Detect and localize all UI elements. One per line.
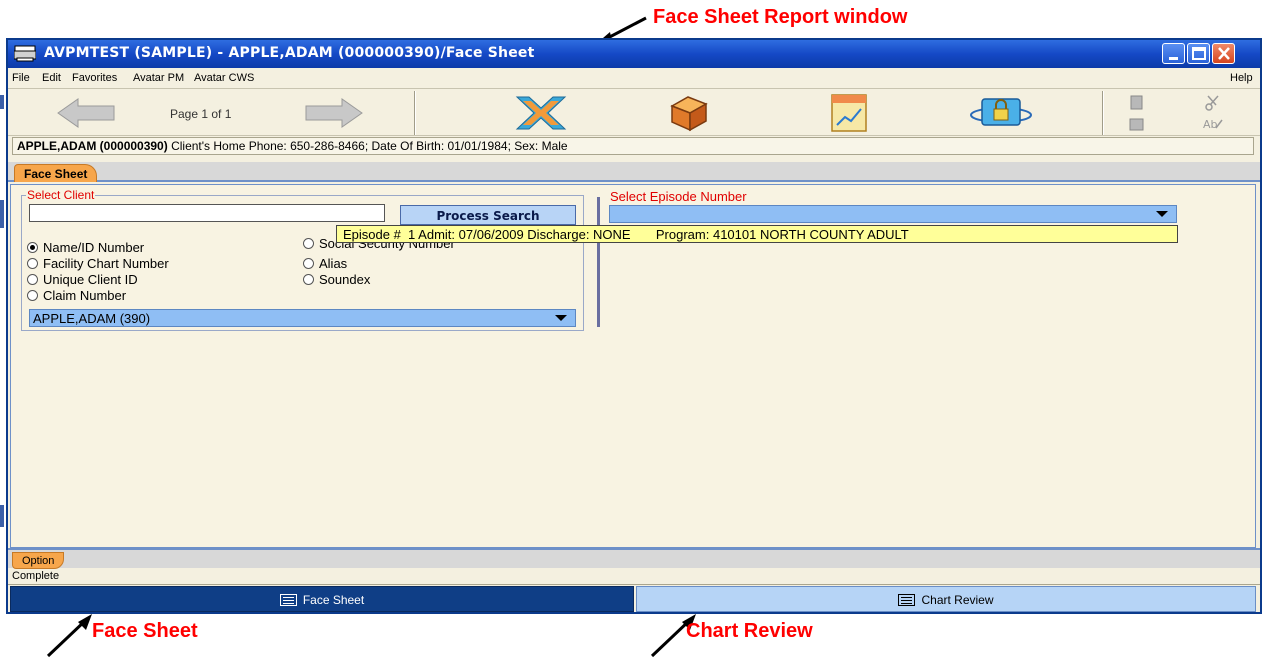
menu-bar: File Edit Favorites Avatar PM Avatar CWS… xyxy=(8,68,1260,88)
process-search-button[interactable]: Process Search xyxy=(400,205,576,225)
radio-empty-icon xyxy=(27,258,38,269)
taskbar-chart-review[interactable]: Chart Review xyxy=(636,586,1256,612)
toolbar-separator xyxy=(414,91,416,135)
select-client-label: Select Client xyxy=(26,188,96,202)
annotation-face-sheet: Face Sheet xyxy=(92,620,198,642)
minimize-icon xyxy=(1169,57,1178,60)
title-bar[interactable]: AVPMTEST (SAMPLE) - APPLE,ADAM (00000039… xyxy=(8,40,1260,68)
radio-empty-icon xyxy=(303,274,314,285)
svg-text:Ab: Ab xyxy=(1203,118,1218,131)
close-report-x-icon[interactable] xyxy=(513,95,569,131)
radio-empty-icon xyxy=(27,274,38,285)
client-dropdown-value: APPLE,ADAM (390) xyxy=(33,311,151,326)
radio-empty-icon xyxy=(303,238,314,249)
spellcheck-icon[interactable]: Ab xyxy=(1202,116,1224,132)
client-details: Client's Home Phone: 650-286-8466; Date … xyxy=(167,139,568,153)
menu-avatar-pm[interactable]: Avatar PM xyxy=(133,72,184,84)
minimize-button[interactable] xyxy=(1162,43,1185,64)
security-lock-icon[interactable] xyxy=(968,93,1034,133)
radio-label: Soundex xyxy=(319,272,371,287)
close-button[interactable] xyxy=(1212,43,1235,64)
radio-label: Alias xyxy=(319,256,348,271)
radio-claim-number[interactable]: Claim Number xyxy=(27,288,126,303)
report-chart-icon[interactable] xyxy=(828,93,872,133)
face-sheet-window: AVPMTEST (SAMPLE) - APPLE,ADAM (00000039… xyxy=(6,38,1262,614)
taskbar-face-sheet[interactable]: Face Sheet xyxy=(10,586,634,612)
cut-icon[interactable] xyxy=(1204,94,1222,112)
panel-divider xyxy=(597,197,600,327)
menu-favorites[interactable]: Favorites xyxy=(72,72,117,84)
toolbar-separator xyxy=(1102,91,1104,135)
paste-icon[interactable] xyxy=(1128,116,1146,132)
taskbar-chart-review-label: Chart Review xyxy=(921,593,994,607)
export-box-icon[interactable] xyxy=(666,94,712,132)
next-page-arrow-icon[interactable] xyxy=(304,97,364,129)
app-printer-icon xyxy=(14,45,36,62)
radio-label: Unique Client ID xyxy=(43,272,138,287)
tab-face-sheet[interactable]: Face Sheet xyxy=(14,164,98,182)
page-indicator: Page 1 of 1 xyxy=(170,107,232,121)
background-edge-mark xyxy=(0,505,4,527)
form-window-icon xyxy=(279,594,297,606)
episode-dropdown[interactable] xyxy=(609,205,1177,223)
menu-file[interactable]: File xyxy=(12,72,30,84)
client-name-id: APPLE,ADAM (000000390) xyxy=(17,139,168,153)
annotation-window-label: Face Sheet Report window xyxy=(653,6,908,28)
chevron-down-icon xyxy=(555,315,567,321)
radio-selected-icon xyxy=(27,242,38,253)
radio-label: Claim Number xyxy=(43,288,127,303)
copy-icon[interactable] xyxy=(1128,94,1146,112)
radio-soundex[interactable]: Soundex xyxy=(303,272,370,287)
radio-unique-client-id[interactable]: Unique Client ID xyxy=(27,272,138,287)
taskbar-face-sheet-label: Face Sheet xyxy=(302,593,365,607)
radio-empty-icon xyxy=(27,290,38,301)
tab-strip: Face Sheet xyxy=(8,162,1260,182)
menu-help[interactable]: Help xyxy=(1230,72,1253,84)
maximize-button[interactable] xyxy=(1187,43,1210,64)
option-tab-strip: Option xyxy=(8,548,1260,569)
annotation-arrow-icon xyxy=(46,614,92,658)
background-edge-mark xyxy=(0,95,4,109)
background-edge-mark xyxy=(0,200,4,228)
radio-alias[interactable]: Alias xyxy=(303,256,347,271)
status-text: Complete xyxy=(12,570,60,582)
window-title: AVPMTEST (SAMPLE) - APPLE,ADAM (00000039… xyxy=(44,45,535,61)
close-icon xyxy=(1218,47,1230,60)
radio-empty-icon xyxy=(303,258,314,269)
toolbar: Page 1 of 1 Ab xyxy=(8,88,1260,136)
radio-label: Name/ID Number xyxy=(43,240,145,255)
radio-facility-chart-number[interactable]: Facility Chart Number xyxy=(27,256,169,271)
menu-edit[interactable]: Edit xyxy=(42,72,61,84)
client-dropdown[interactable]: APPLE,ADAM (390) xyxy=(29,309,576,327)
form-window-icon xyxy=(898,594,916,606)
chevron-down-icon xyxy=(1156,211,1168,217)
radio-label: Facility Chart Number xyxy=(43,256,169,271)
previous-page-arrow-icon[interactable] xyxy=(56,97,116,129)
client-search-input[interactable] xyxy=(29,204,385,222)
select-client-group: Select Client Process Search Name/ID Num… xyxy=(21,188,584,331)
episode-tooltip: Episode # 1 Admit: 07/06/2009 Discharge:… xyxy=(336,225,1178,243)
face-sheet-form: Select Client Process Search Name/ID Num… xyxy=(10,184,1256,548)
status-bar: Complete xyxy=(8,570,1260,585)
tab-option[interactable]: Option xyxy=(12,552,65,569)
form-taskbar: Face Sheet Chart Review xyxy=(10,586,1256,612)
maximize-icon xyxy=(1192,47,1206,60)
annotation-chart-review: Chart Review xyxy=(686,620,813,642)
radio-name-id-number[interactable]: Name/ID Number xyxy=(27,240,144,255)
menu-avatar-cws[interactable]: Avatar CWS xyxy=(194,72,254,84)
client-info-bar: APPLE,ADAM (000000390) Client's Home Pho… xyxy=(12,137,1254,155)
select-episode-label: Select Episode Number xyxy=(610,189,747,204)
